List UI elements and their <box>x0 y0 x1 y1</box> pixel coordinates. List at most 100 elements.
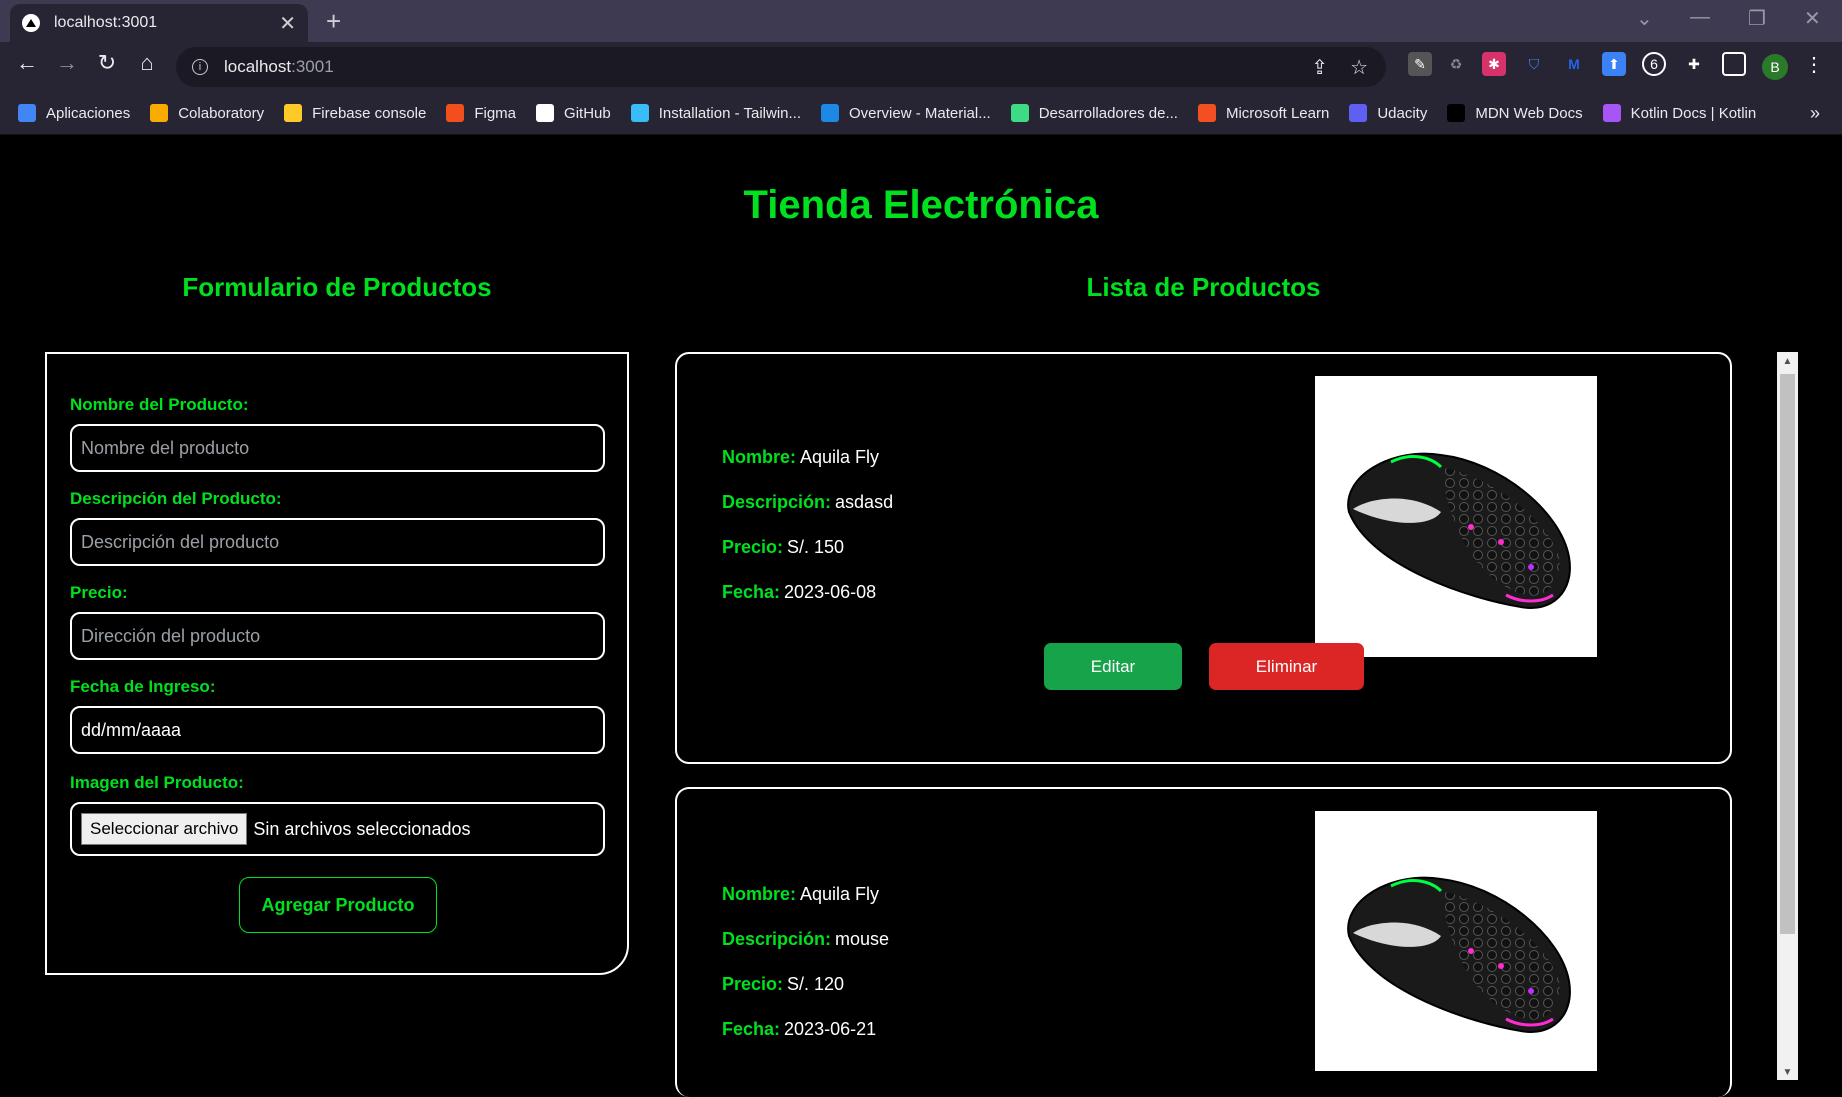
bookmark-label: Firebase console <box>312 104 427 122</box>
bookmark-item[interactable]: Aplicaciones <box>18 104 130 122</box>
bookmark-item[interactable]: Colaboratory <box>150 104 264 122</box>
bookmark-label: Installation - Tailwin... <box>658 104 802 122</box>
extension-recycle-icon[interactable]: ♻ <box>1444 52 1468 76</box>
product-details: Nombre: Aquila Fly Descripción: asdasd Pre… <box>722 447 893 627</box>
new-tab-icon[interactable]: + <box>326 6 341 37</box>
close-tab-icon[interactable]: ✕ <box>279 11 296 36</box>
extension-red-icon[interactable]: ✱ <box>1482 52 1506 76</box>
android-icon <box>1010 104 1029 122</box>
page-title: Tienda Electrónica <box>743 183 1099 227</box>
product-image <box>1315 811 1597 1071</box>
home-icon[interactable]: ⌂ <box>132 50 162 76</box>
name-input[interactable]: Nombre del producto <box>70 424 605 472</box>
description-label: Descripción del Producto: <box>70 489 282 508</box>
scroll-up-icon[interactable]: ▲ <box>1777 356 1798 367</box>
product-description-row: Descripción: mouse <box>722 929 890 949</box>
product-image <box>1315 376 1597 657</box>
choose-file-button[interactable]: Seleccionar archivo <box>81 813 248 845</box>
product-name-row: Nombre: Aquila Fly <box>722 447 880 467</box>
bookmark-item[interactable]: Overview - Material... <box>821 104 991 122</box>
bookmark-item[interactable]: Figma <box>446 104 516 122</box>
extension-shield-icon[interactable]: ⛉ <box>1522 52 1546 76</box>
extension-circle-icon[interactable]: 6 <box>1642 52 1666 76</box>
image-label: Imagen del Producto: <box>70 773 244 792</box>
file-status-text: Sin archivos seleccionados <box>253 818 471 839</box>
restore-icon[interactable]: ❐ <box>1748 6 1766 31</box>
reload-icon[interactable]: ↻ <box>92 50 122 76</box>
bookmark-item[interactable]: GitHub <box>536 104 611 122</box>
menu-kebab-icon[interactable]: ⋮ <box>1802 52 1826 76</box>
bookmark-item[interactable]: MDN Web Docs <box>1447 104 1583 122</box>
material-icon <box>821 104 840 122</box>
bookmark-item[interactable]: Udacity <box>1349 104 1427 122</box>
bookmark-label: GitHub <box>564 104 611 122</box>
tab-search-icon[interactable]: ⌄ <box>1636 6 1653 31</box>
date-label: Fecha de Ingreso: <box>70 677 216 696</box>
url-text: localhost:3001 <box>224 57 334 76</box>
bookmark-label: Figma <box>474 104 517 122</box>
bookmark-item[interactable]: Installation - Tailwin... <box>630 104 802 122</box>
extensions-puzzle-icon[interactable]: ✚ <box>1682 52 1706 76</box>
delete-button[interactable]: Eliminar <box>1209 643 1364 690</box>
back-icon[interactable]: ← <box>12 50 42 76</box>
tab-title: localhost:3001 <box>54 14 158 31</box>
scroll-down-icon[interactable]: ▼ <box>1777 1067 1798 1078</box>
product-form: Nombre del Producto: Nombre del producto… <box>45 352 629 975</box>
profile-avatar[interactable]: B <box>1762 54 1788 80</box>
edit-button[interactable]: Editar <box>1044 643 1182 690</box>
page-content: Tienda Electrónica Formulario de Product… <box>0 135 1842 1097</box>
product-price-row: Precio: S/. 150 <box>722 537 845 557</box>
browser-chrome: localhost:3001 ✕ + ⌄ — ❐ ✕ ← → ↻ ⌂ i loc… <box>0 0 1842 135</box>
minimize-icon[interactable]: — <box>1690 6 1710 29</box>
extension-save-icon[interactable]: ⬆ <box>1602 52 1626 76</box>
bookmark-label: MDN Web Docs <box>1475 104 1583 122</box>
name-label: Nombre del Producto: <box>70 395 249 414</box>
date-input[interactable]: dd/mm/aaaa <box>70 706 605 754</box>
side-panel-icon[interactable] <box>1722 52 1746 76</box>
bookmark-item[interactable]: Firebase console <box>284 104 426 122</box>
bookmark-star-icon[interactable]: ☆ <box>1350 55 1368 80</box>
gaming-mouse-image <box>1347 876 1571 1034</box>
bookmark-label: Aplicaciones <box>46 104 131 122</box>
description-input[interactable]: Descripción del producto <box>70 518 605 566</box>
forward-icon[interactable]: → <box>52 50 82 76</box>
product-description-row: Descripción: asdasd <box>722 492 894 512</box>
kotlin-icon <box>1602 104 1621 122</box>
address-bar[interactable]: i localhost:3001 ⇪ ☆ <box>176 47 1386 87</box>
browser-tab[interactable]: localhost:3001 ✕ <box>10 4 308 42</box>
product-card: Nombre: Aquila Fly Descripción: asdasd Pre… <box>675 352 1732 764</box>
extension-pen-icon[interactable]: ✎ <box>1408 52 1432 76</box>
form-section-title: Formulario de Productos <box>182 272 492 302</box>
bookmark-label: Desarrolladores de... <box>1038 104 1178 122</box>
extension-m-icon[interactable]: M <box>1562 52 1586 76</box>
share-icon[interactable]: ⇪ <box>1311 55 1328 80</box>
bookmark-item[interactable]: Kotlin Docs | Kotlin <box>1602 104 1757 122</box>
browser-toolbar: ← → ↻ ⌂ i localhost:3001 ⇪ ☆ ✎ ♻ ✱ ⛉ M ⬆… <box>0 42 1842 92</box>
bookmark-label: Colaboratory <box>178 104 265 122</box>
product-price-row: Precio: S/. 120 <box>722 974 845 994</box>
price-input[interactable]: Dirección del producto <box>70 612 605 660</box>
image-file-input[interactable]: Seleccionar archivo Sin archivos selecci… <box>70 802 605 856</box>
udacity-icon <box>1349 104 1368 122</box>
colab-icon <box>150 104 169 122</box>
bookmark-label: Kotlin Docs | Kotlin <box>1630 104 1757 122</box>
product-card: Nombre: Aquila Fly Descripción: mouse Prec… <box>675 787 1732 1097</box>
more-bookmarks-icon[interactable]: » <box>1810 103 1820 124</box>
site-info-icon[interactable]: i <box>192 59 208 75</box>
list-scrollbar[interactable]: ▲ ▼ <box>1777 352 1798 1080</box>
firebase-icon <box>284 104 303 122</box>
bookmark-item[interactable]: Microsoft Learn <box>1197 104 1330 122</box>
tailwind-icon <box>630 104 649 122</box>
bookmark-label: Overview - Material... <box>849 104 991 122</box>
product-name-row: Nombre: Aquila Fly <box>722 884 880 904</box>
bookmark-label: Udacity <box>1377 104 1428 122</box>
scroll-thumb[interactable] <box>1780 374 1795 934</box>
mdn-icon <box>1447 104 1466 122</box>
bookmark-item[interactable]: Desarrolladores de... <box>1010 104 1178 122</box>
github-icon <box>536 104 555 122</box>
product-date-row: Fecha: 2023-06-08 <box>722 582 877 602</box>
tab-strip: localhost:3001 ✕ + ⌄ — ❐ ✕ <box>0 0 1842 42</box>
close-window-icon[interactable]: ✕ <box>1804 6 1821 31</box>
bookmark-label: Microsoft Learn <box>1225 104 1330 122</box>
add-product-button[interactable]: Agregar Producto <box>239 877 437 933</box>
